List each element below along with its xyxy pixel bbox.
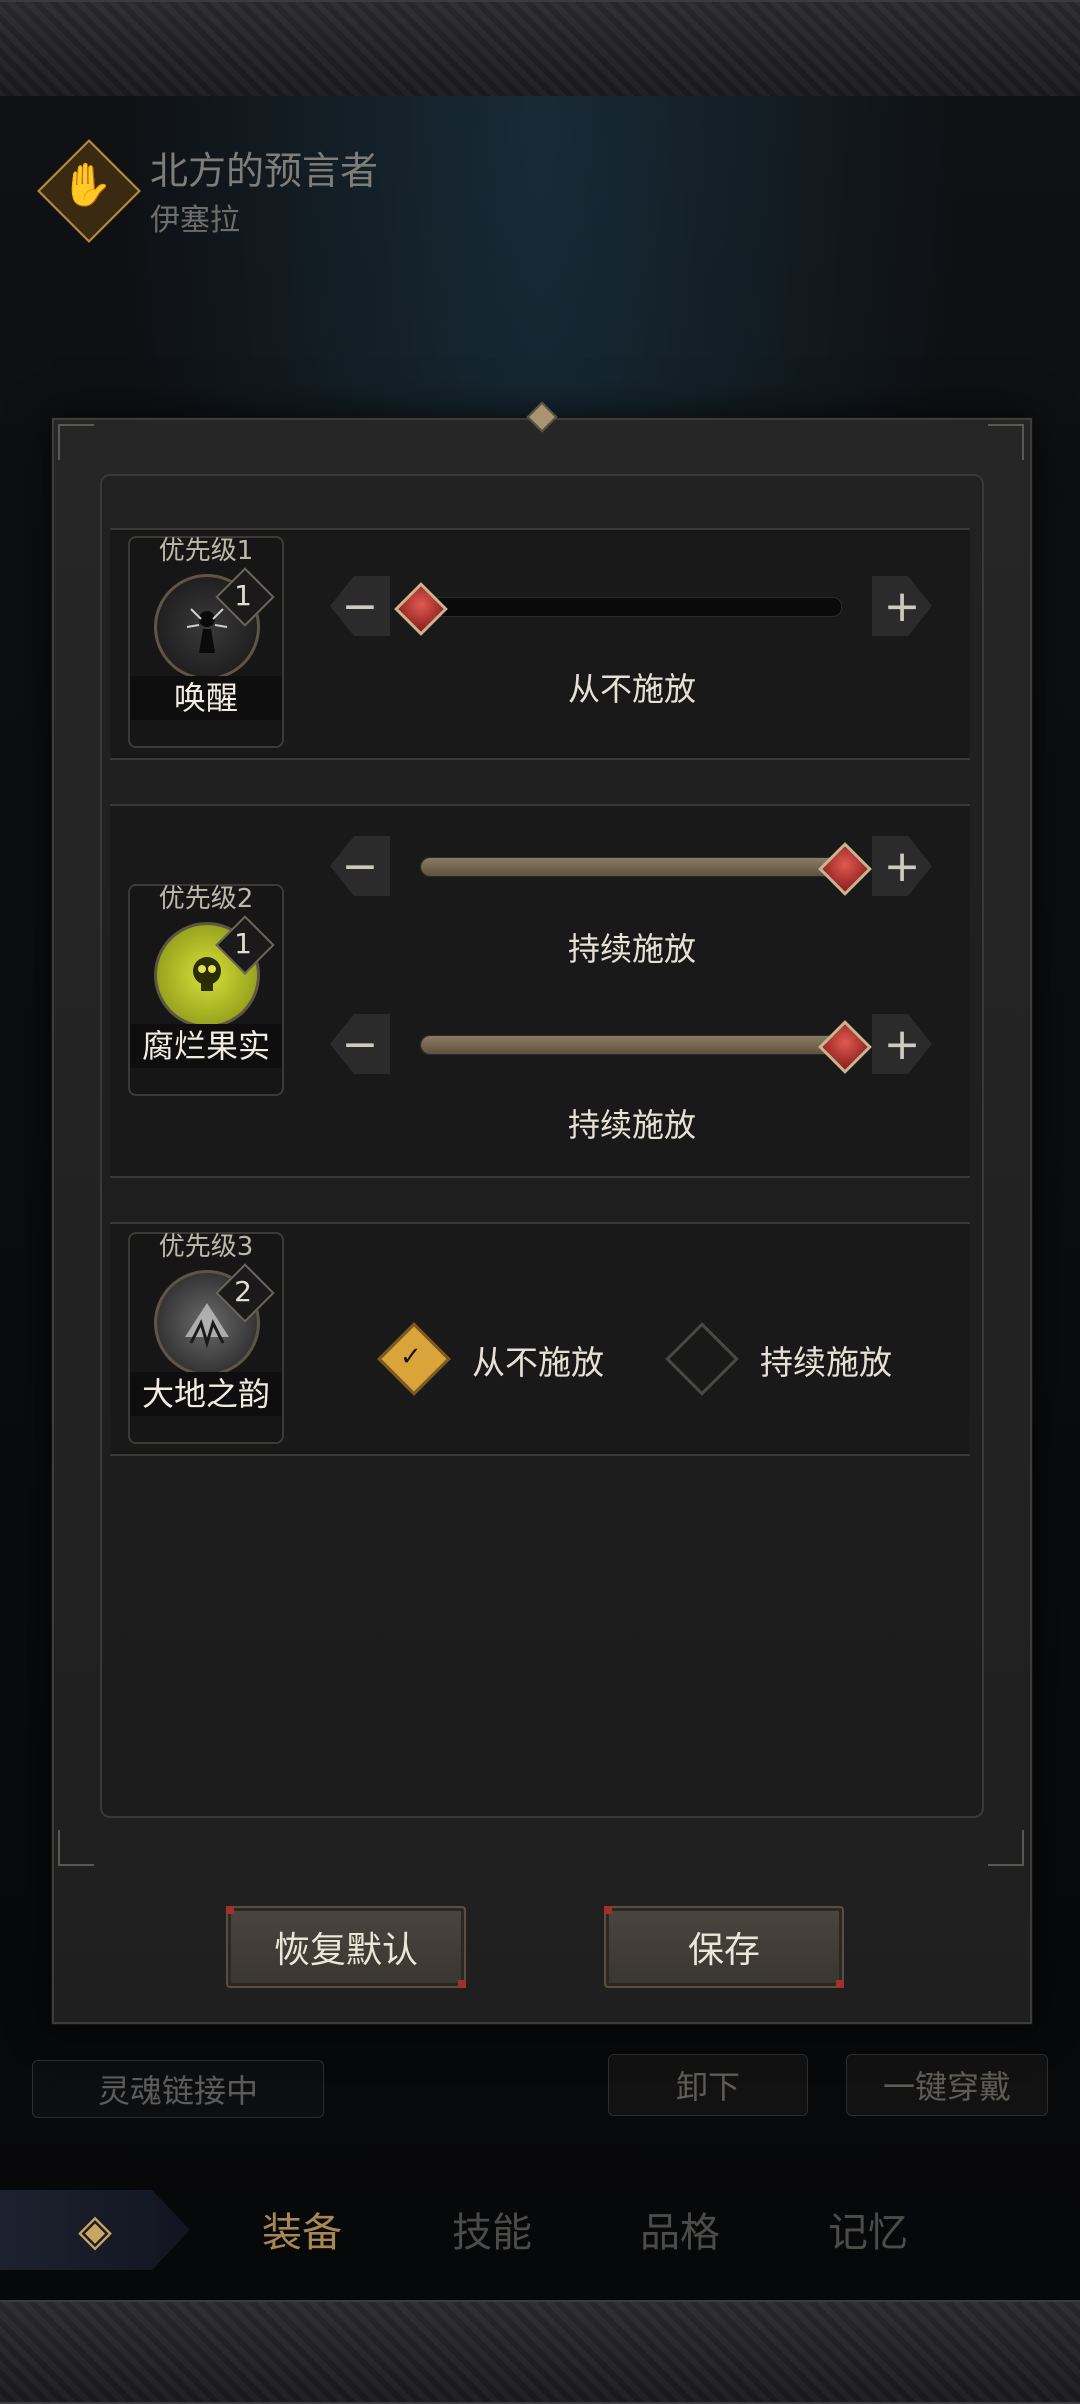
save-button[interactable]: 保存 xyxy=(604,1906,844,1988)
skill-level: 2 xyxy=(234,1274,252,1308)
skill-name: 腐烂果实 xyxy=(130,1024,282,1068)
top-decor-bar xyxy=(0,0,1080,100)
dialog-corner xyxy=(988,1830,1024,1866)
plus-icon: + xyxy=(883,1018,921,1070)
hero-name: 北方的预言者 xyxy=(150,149,379,193)
unequip-button[interactable]: 卸下 xyxy=(608,2054,808,2116)
minus-icon: − xyxy=(341,580,379,632)
cast-slider[interactable] xyxy=(420,857,842,877)
equip-all-button[interactable]: 一键穿戴 xyxy=(846,2054,1048,2116)
skill-name: 大地之韵 xyxy=(130,1372,282,1416)
plus-icon: + xyxy=(883,580,921,632)
tab-skills[interactable]: 技能 xyxy=(452,2200,532,2258)
hero-subtitle: 伊塞拉 xyxy=(150,203,240,238)
tab-traits[interactable]: 品格 xyxy=(640,2200,720,2258)
reset-default-button[interactable]: 恢复默认 xyxy=(226,1906,466,1988)
minus-icon: − xyxy=(341,840,379,892)
cast-slider[interactable] xyxy=(420,1035,842,1055)
slider-fill xyxy=(421,1036,841,1054)
radio-label[interactable]: 从不施放 xyxy=(472,1336,604,1384)
skill-level: 1 xyxy=(234,578,252,612)
cast-mode-caption: 持续施放 xyxy=(567,930,696,968)
dialog-corner xyxy=(988,424,1024,460)
tab-memory[interactable]: 记忆 xyxy=(828,2200,908,2258)
cast-mode-caption: 从不施放 xyxy=(567,670,696,708)
cast-slider[interactable] xyxy=(420,597,842,617)
minus-icon: − xyxy=(341,1018,379,1070)
soul-link-button[interactable]: 灵魂链接中 xyxy=(32,2060,324,2118)
spiral-hand-icon: ✋ xyxy=(60,160,114,209)
priority-label: 优先级1 xyxy=(158,536,254,566)
bottom-decor-bar xyxy=(0,2300,1080,2404)
check-icon: ✓ xyxy=(400,1342,422,1372)
skill-name: 唤醒 xyxy=(130,676,282,720)
slider-fill xyxy=(421,858,841,876)
radio-label[interactable]: 持续施放 xyxy=(760,1336,892,1384)
back-arrow-icon[interactable]: ◈ xyxy=(0,2190,190,2270)
tab-equipment[interactable]: 装备 xyxy=(262,2200,342,2258)
skill-level: 1 xyxy=(234,926,252,960)
dialog-corner xyxy=(58,424,94,460)
dialog-corner xyxy=(58,1830,94,1866)
priority-label: 优先级2 xyxy=(158,884,254,914)
priority-label: 优先级3 xyxy=(158,1232,254,1262)
plus-icon: + xyxy=(883,840,921,892)
cast-mode-caption: 持续施放 xyxy=(567,1106,696,1144)
